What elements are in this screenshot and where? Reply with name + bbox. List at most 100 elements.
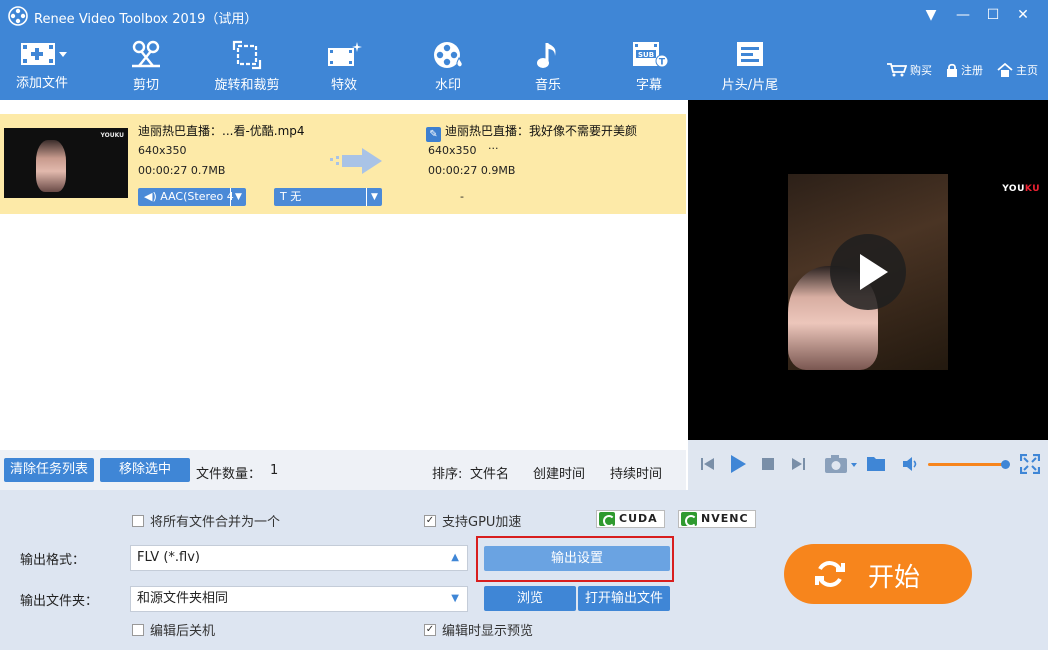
svg-text:T: T [659,58,666,68]
clear-task-list-button[interactable]: 清除任务列表 [4,458,94,482]
thumbnail-person [36,140,66,192]
gpu-accel-checkbox[interactable]: ✓ 支持GPU加速 [424,511,521,530]
tool-subtitle[interactable]: SUB T 字幕 [618,32,680,100]
music-icon [537,43,556,68]
buy-link-label: 购买 [910,64,932,77]
cuda-badge: CUDA [596,510,665,528]
shutdown-after-checkbox[interactable]: 编辑后关机 [132,620,215,639]
stop-icon[interactable] [762,458,774,470]
skip-forward-icon[interactable] [790,456,806,472]
merge-files-label: 将所有文件合并为一个 [150,515,281,530]
output-file-name-text: 迪丽热巴直播：我好像不需要开美颜 [445,124,638,138]
merge-files-box[interactable] [132,514,144,527]
video-preview: YOUKU [688,100,1048,440]
nvenc-badge: NVENC [678,510,756,528]
tool-music-label: 音乐 [534,78,561,93]
close-button[interactable]: ✕ [1010,4,1036,26]
play-overlay-button[interactable] [830,234,906,310]
preview-brand-ku: KU [1024,184,1040,194]
output-duration-size: 00:00:27 0.9MB [428,164,516,177]
chevron-down-icon: ▼ [230,188,246,206]
player-controls [688,440,1048,490]
tool-effects[interactable]: 特效 [312,32,376,100]
tool-subtitle-label: 字幕 [635,78,662,93]
show-preview-checkbox[interactable]: ✓ 编辑时显示预览 [424,620,533,639]
tool-watermark-label: 水印 [434,78,461,93]
tool-music[interactable]: 音乐 [518,32,578,100]
highlight-box [476,536,674,582]
tool-intro-outro[interactable]: 片头/片尾 [712,32,788,100]
sort-by-duration[interactable]: 持续时间 [610,463,662,482]
output-folder-select[interactable]: 和源文件夹相同 ▼ [130,586,468,612]
volume-slider-handle[interactable] [1001,460,1010,469]
output-placeholder-dash: - [460,190,464,203]
home-icon [997,63,1013,77]
output-more-icon[interactable]: ··· [488,142,499,155]
gpu-accel-label: 支持GPU加速 [442,515,522,530]
sort-label: 排序: [432,467,463,482]
home-link[interactable]: 主页 [997,62,1038,78]
remove-selected-button[interactable]: 移除选中 [100,458,190,482]
tool-cut-label: 剪切 [132,78,159,93]
gpu-accel-box[interactable]: ✓ [424,514,436,527]
volume-icon[interactable] [902,456,920,472]
chevron-up-icon: ▲ [451,552,459,563]
tool-add-file[interactable]: 添加文件 [4,32,80,100]
task-list: YOUKU 迪丽热巴直播：...看-优酷.mp4 640x350 00:00:2… [0,100,686,450]
audio-track-value: AAC(Stereo 4 [160,190,234,203]
subtitle-select[interactable]: T 无 ▼ [274,188,382,206]
preview-brand: YOUKU [1002,184,1040,194]
add-file-icon [21,43,67,65]
sort-by-created[interactable]: 创建时间 [533,463,585,482]
output-file-name: ✎ 迪丽热巴直播：我好像不需要开美颜 [426,122,668,142]
source-file-name: 迪丽热巴直播：...看-优酷.mp4 [138,124,305,138]
folder-icon[interactable] [866,454,886,472]
task-list-bar: 清除任务列表 移除选中 文件数量： 1 排序: 文件名 创建时间 持续时间 [0,450,686,490]
start-button-label: 开始 [868,563,921,593]
skip-back-icon[interactable] [700,456,716,472]
subtitle-icon: SUB T [633,42,669,68]
source-thumbnail[interactable]: YOUKU [4,128,128,198]
show-preview-box[interactable]: ✓ [424,623,436,636]
window-title: Renee Video Toolbox 2019（试用） [34,12,258,27]
tool-add-file-label: 添加文件 [15,76,68,91]
fullscreen-icon[interactable] [1020,454,1040,474]
open-output-folder-button[interactable]: 打开输出文件 [578,586,670,611]
audio-track-select[interactable]: ◀) AAC(Stereo 4 ▼ [138,188,246,206]
tool-rotate-crop[interactable]: 旋转和裁剪 [206,32,288,100]
tool-effects-label: 特效 [330,78,357,93]
tool-rotate-crop-label: 旋转和裁剪 [214,78,280,93]
buy-link[interactable]: 购买 [887,62,932,78]
source-resolution: 640x350 [138,144,187,157]
screenshot-icon[interactable] [824,454,860,474]
dropdown-menu-button[interactable]: ▼ [918,4,944,26]
cart-icon [887,63,907,77]
maximize-button[interactable]: ☐ [980,4,1006,26]
tool-watermark[interactable]: 水印 [418,32,478,100]
edit-name-icon[interactable]: ✎ [426,127,441,142]
minimize-button[interactable]: — [950,4,976,26]
svg-text:SUB: SUB [638,51,654,59]
start-button[interactable]: 开始 [784,544,972,604]
chevron-down-icon: ▼ [451,593,459,604]
sort-by-name[interactable]: 文件名 [470,463,509,482]
intro-outro-icon [737,42,763,66]
shutdown-after-box[interactable] [132,623,144,636]
task-row[interactable]: YOUKU 迪丽热巴直播：...看-优酷.mp4 640x350 00:00:2… [0,114,686,214]
merge-files-checkbox[interactable]: 将所有文件合并为一个 [132,511,280,530]
file-count-label: 文件数量： [196,467,262,482]
play-icon[interactable] [728,454,748,474]
shutdown-after-label: 编辑后关机 [150,624,216,639]
volume-slider[interactable] [928,460,1010,469]
browse-button[interactable]: 浏览 [484,586,576,611]
show-preview-label: 编辑时显示预览 [442,624,534,639]
scissors-icon [132,40,160,68]
subtitle-value: T 无 [280,190,302,203]
convert-arrow-icon [330,148,382,174]
output-format-label: 输出格式： [20,553,86,568]
tool-cut[interactable]: 剪切 [114,32,178,100]
main-toolbar: 添加文件 剪切 旋转和裁剪 特效 水印 音乐 SUB T 字幕 片头/片尾 购买… [0,32,1048,100]
output-format-select[interactable]: FLV (*.flv) ▲ [130,545,468,571]
register-link-label: 注册 [961,64,983,77]
register-link[interactable]: 注册 [946,62,983,78]
